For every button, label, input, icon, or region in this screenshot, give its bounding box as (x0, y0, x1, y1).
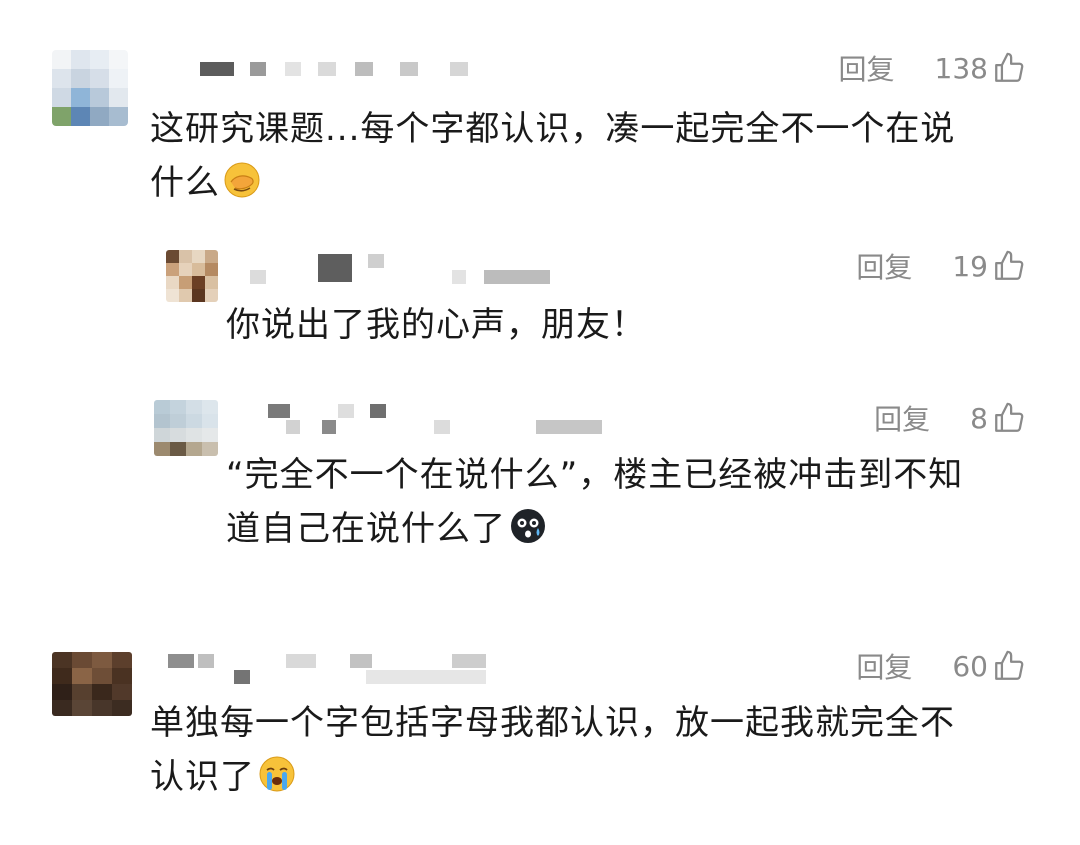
comment-actions: 回复 19 (856, 246, 1026, 286)
thumbs-up-icon (995, 52, 1024, 82)
reply-comment-1: 回复 19 你说出了我的心声，朋友！ (0, 240, 1080, 360)
like-button[interactable]: 8 (970, 401, 1026, 435)
comment-1: 回复 138 这研究课题...每个字都认识，凑一起完全不一个在说 什么 (0, 40, 1080, 210)
reply-button[interactable]: 回复 (856, 246, 912, 286)
avatar[interactable] (166, 250, 218, 302)
comment-text-line: 认识了 (150, 750, 1050, 804)
comment-text: 这研究课题...每个字都认识，凑一起完全不一个在说 什么 (150, 102, 1030, 210)
username-blurred[interactable] (240, 402, 620, 434)
like-count: 8 (970, 401, 988, 435)
avatar[interactable] (52, 50, 128, 126)
comment-text: “完全不一个在说什么”，楼主已经被冲击到不知 道自己在说什么了 (226, 448, 1046, 556)
reply-button[interactable]: 回复 (856, 646, 912, 686)
comment-text-line: 你说出了我的心声，朋友！ (226, 305, 646, 345)
comment-actions: 回复 60 (856, 646, 1026, 686)
comment-text: 单独每一个字包括字母我都认识，放一起我就完全不 认识了 (150, 696, 1050, 804)
comment-text-line: 这研究课题...每个字都认识，凑一起完全不一个在说 (150, 109, 956, 149)
thumbs-up-icon (995, 250, 1024, 280)
comment-text: 你说出了我的心声，朋友！ (226, 298, 1026, 352)
avatar[interactable] (52, 652, 132, 716)
avatar[interactable] (154, 400, 218, 456)
comment-2: 回复 60 单独每一个字包括字母我都认识，放一起我就完全不 认识了 (0, 640, 1080, 820)
username-blurred[interactable] (160, 652, 500, 684)
reply-comment-2: 回复 8 “完全不一个在说什么”，楼主已经被冲击到不知 道自己在说什么了 (0, 392, 1080, 562)
comment-actions: 回复 138 (839, 48, 1026, 88)
like-button[interactable]: 138 (935, 51, 1026, 85)
like-count: 60 (952, 649, 988, 683)
comment-text-line: 单独每一个字包括字母我都认识，放一起我就完全不 (150, 703, 955, 743)
like-button[interactable]: 19 (952, 249, 1026, 283)
like-count: 138 (934, 51, 988, 85)
shocked-crying-emoji (511, 509, 545, 543)
comment-text-line: “完全不一个在说什么”，楼主已经被冲击到不知 (226, 455, 964, 495)
like-button[interactable]: 60 (952, 649, 1026, 683)
like-count: 19 (952, 249, 988, 283)
loudly-crying-emoji (259, 756, 295, 792)
reply-button[interactable]: 回复 (874, 398, 930, 438)
username-blurred[interactable] (240, 252, 560, 284)
username-blurred[interactable] (170, 62, 490, 92)
comment-text-line: 什么 (150, 156, 1030, 210)
comment-text-line: 道自己在说什么了 (226, 502, 1046, 556)
thumbs-up-icon (995, 650, 1024, 680)
thumbs-up-icon (995, 402, 1024, 432)
facepalm-emoji (224, 162, 260, 198)
reply-button[interactable]: 回复 (839, 48, 895, 88)
comment-actions: 回复 8 (874, 398, 1026, 438)
